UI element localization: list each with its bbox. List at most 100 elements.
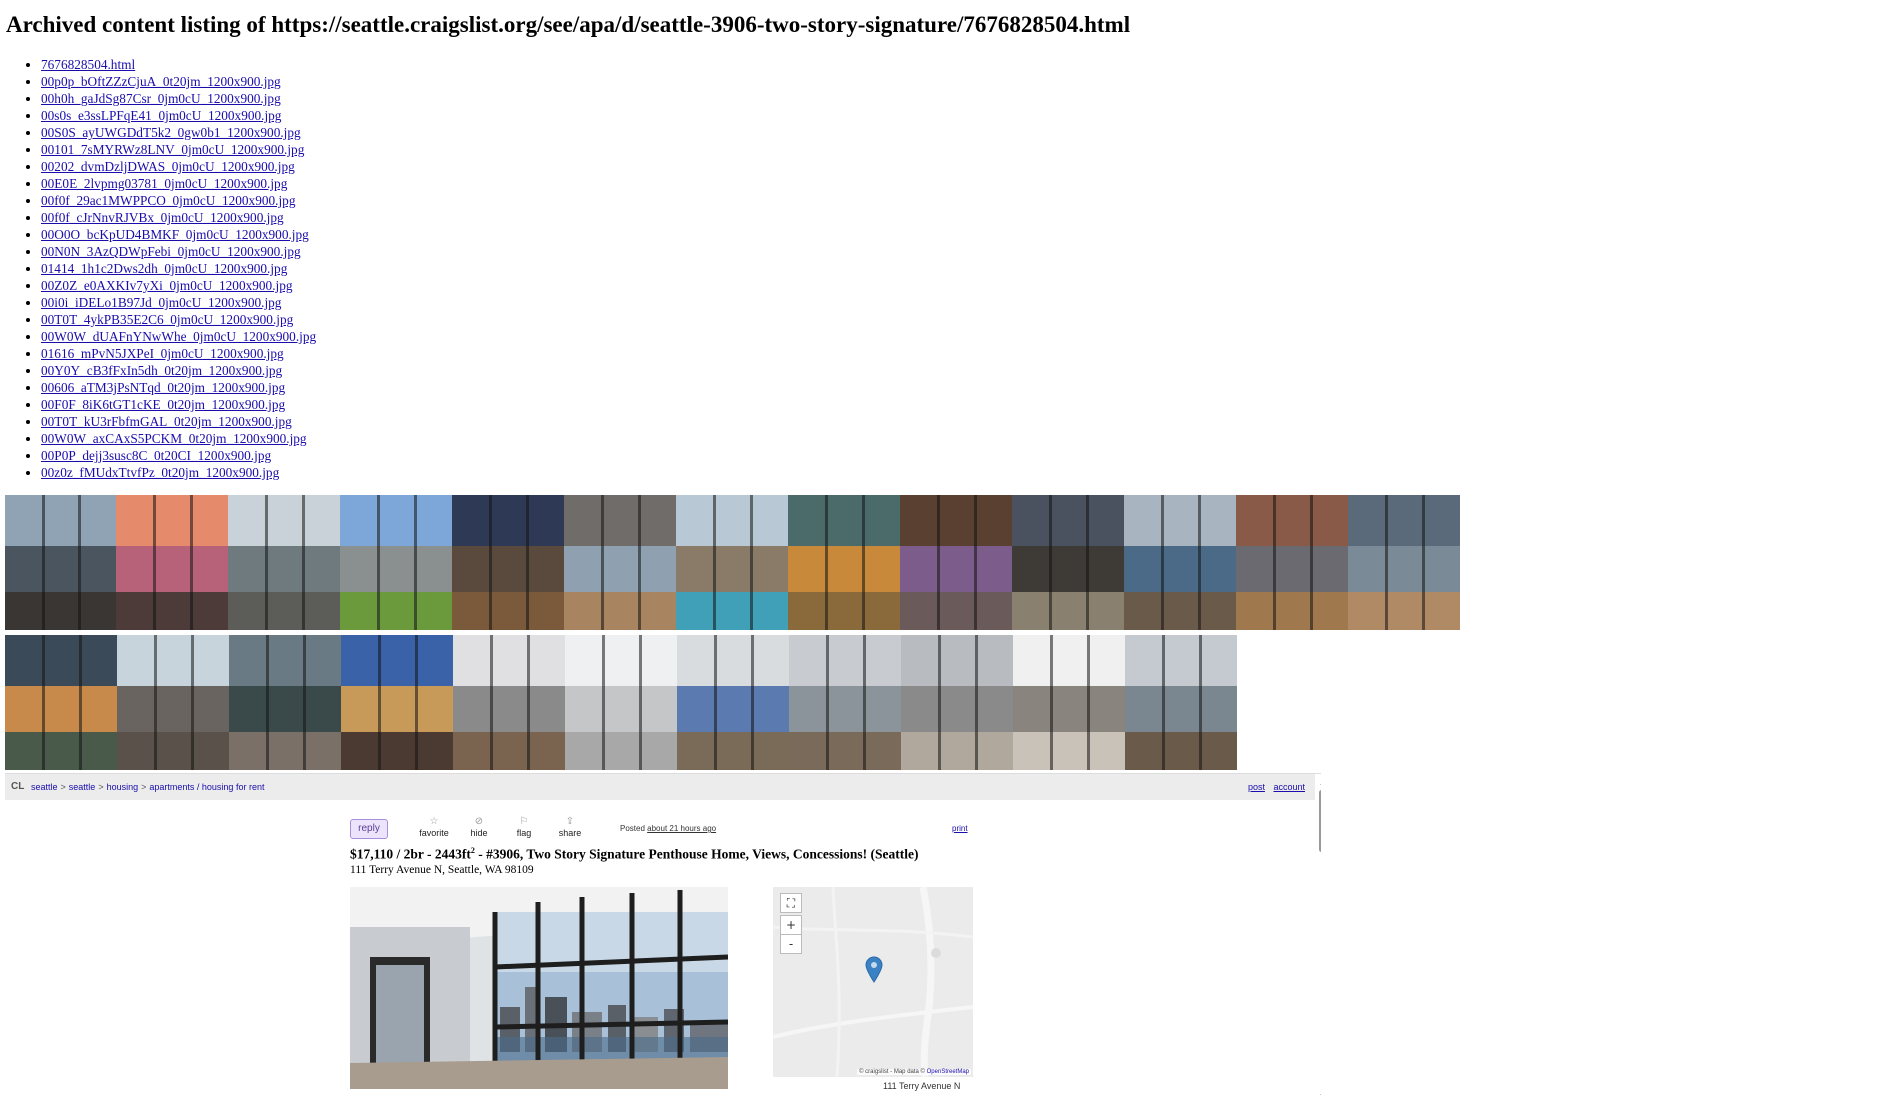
thumb-glass-walkway[interactable] <box>229 635 341 770</box>
image-file-link[interactable]: 00202_dvmDzljDWAS_0jm0cU_1200x900.jpg <box>41 159 295 174</box>
crumb-apartments[interactable]: apartments / housing for rent <box>149 782 264 792</box>
thumb-stairway-blue[interactable] <box>677 635 789 770</box>
scrollbar-thumb[interactable] <box>1319 790 1321 852</box>
map-pin-icon[interactable] <box>864 955 884 983</box>
thumbnail-band <box>1125 732 1237 770</box>
embedded-listing-frame: CL seattle > seattle > housing > apartments / … <box>5 773 1321 1108</box>
flag-button[interactable]: ⚐ flag <box>504 816 544 838</box>
thumb-media-lounge-tv[interactable] <box>900 495 1012 630</box>
location-map[interactable]: ⛶ + - © craigslist - Map data © OpenStre… <box>773 887 973 1077</box>
window-mullion <box>154 635 157 770</box>
crumb-seattle-sub[interactable]: seattle <box>69 782 96 792</box>
thumb-rooftop-deck-furniture[interactable] <box>117 635 229 770</box>
window-mullion <box>1086 495 1089 630</box>
main-listing-photo[interactable] <box>350 887 728 1089</box>
thumb-window-lounge-blue-chairs[interactable] <box>1124 495 1236 630</box>
thumb-rooftop-sunset-lounge[interactable] <box>116 495 228 630</box>
image-file-link[interactable]: 01616_mPvN5JXPeI_0jm0cU_1200x900.jpg <box>41 346 284 361</box>
thumb-brick-lounge[interactable] <box>1236 495 1348 630</box>
thumbnail-band <box>117 686 229 733</box>
favorite-button[interactable]: ☆ favorite <box>414 816 454 838</box>
image-file-link[interactable]: 00606_aTM3jPsNTqd_0t20jm_1200x900.jpg <box>41 380 285 395</box>
post-link[interactable]: post <box>1248 782 1265 792</box>
image-file-link[interactable]: 00s0s_e3ssLPFqE41_0jm0cU_1200x900.jpg <box>41 108 281 123</box>
image-file-link[interactable]: 00p0p_bOftZZzCjuA_0t20jm_1200x900.jpg <box>41 74 281 89</box>
image-file-link[interactable]: 00Y0Y_cB3fFxIn5dh_0t20jm_1200x900.jpg <box>41 363 282 378</box>
image-file-link[interactable]: 01414_1h1c2Dws2dh_0jm0cU_1200x900.jpg <box>41 261 287 276</box>
image-file-link[interactable]: 00W0W_axCAxS5PCKM_0t20jm_1200x900.jpg <box>41 431 307 446</box>
thumb-outdoor-patio-seating[interactable] <box>676 495 788 630</box>
share-icon: ⇪ <box>565 816 575 827</box>
image-file-link[interactable]: 00W0W_dUAFnYNwWhe_0jm0cU_1200x900.jpg <box>41 329 316 344</box>
crumb-housing[interactable]: housing <box>107 782 139 792</box>
hide-button[interactable]: ⊘ hide <box>459 816 499 838</box>
html-file-link[interactable]: 7676828504.html <box>41 57 135 72</box>
thumb-rooftop-lawn-city[interactable] <box>340 495 452 630</box>
hide-label: hide <box>470 828 488 838</box>
star-icon: ☆ <box>429 816 439 827</box>
thumbnail-band <box>341 635 453 687</box>
image-file-link[interactable]: 00E0E_2lvpmg03781_0jm0cU_1200x900.jpg <box>41 176 287 191</box>
thumb-closet-doorway[interactable] <box>1013 635 1125 770</box>
image-file-link[interactable]: 00f0f_cJrNnvRJVBx_0jm0cU_1200x900.jpg <box>41 210 284 225</box>
thumb-city-view-windows[interactable] <box>1125 635 1237 770</box>
file-list-item: 00f0f_cJrNnvRJVBx_0jm0cU_1200x900.jpg <box>41 209 316 226</box>
share-button[interactable]: ⇪ share <box>550 816 590 838</box>
reply-button[interactable]: reply <box>350 819 388 839</box>
window-mullion <box>377 495 380 630</box>
thumb-white-kitchen[interactable] <box>565 635 677 770</box>
print-link[interactable]: print <box>952 824 968 833</box>
thumbnail-band <box>116 546 228 593</box>
window-mullion <box>602 635 605 770</box>
thumb-lounge-orange-chairs[interactable] <box>788 495 900 630</box>
frame-scrollbar[interactable]: ▲ ▼ <box>1316 774 1321 1108</box>
map-attribution: © craigslist - Map data © OpenStreetMap <box>857 1069 971 1075</box>
thumbnail-band <box>228 546 340 593</box>
thumbnail-band <box>5 546 116 593</box>
thumbnail-band <box>1348 592 1460 630</box>
thumbnail-band <box>1124 546 1236 593</box>
thumbnail-band <box>788 495 900 547</box>
image-file-link[interactable]: 00h0h_gaJdSg87Csr_0jm0cU_1200x900.jpg <box>41 91 281 106</box>
image-file-link[interactable]: 00z0z_fMUdxTtvfPz_0t20jm_1200x900.jpg <box>41 465 279 480</box>
thumb-dining-table-terrace[interactable] <box>228 495 340 630</box>
image-file-link[interactable]: 00Z0Z_e0AXKIv7yXi_0jm0cU_1200x900.jpg <box>41 278 293 293</box>
image-file-link[interactable]: 00T0T_kU3rFbfmGAL_0t20jm_1200x900.jpg <box>41 414 292 429</box>
window-mullion <box>266 635 269 770</box>
window-mullion <box>1310 495 1313 630</box>
image-file-link[interactable]: 00T0T_4ykPB35E2C6_0jm0cU_1200x900.jpg <box>41 312 293 327</box>
image-file-link[interactable]: 00N0N_3AzQDWpFebi_0jm0cU_1200x900.jpg <box>41 244 301 259</box>
thumb-bathroom-glass[interactable] <box>901 635 1013 770</box>
thumb-penthouse-living-room[interactable] <box>453 635 565 770</box>
scroll-up-icon[interactable]: ▲ <box>1319 780 1321 787</box>
crumb-seattle[interactable]: seattle <box>31 782 58 792</box>
thumbnail-band <box>116 495 228 547</box>
thumbnail-band <box>5 686 117 733</box>
thumbnail-band <box>1012 592 1124 630</box>
scroll-down-icon[interactable]: ▼ <box>1319 1093 1321 1100</box>
thumb-city-night-aerial[interactable] <box>452 495 564 630</box>
file-list-item: 00p0p_bOftZZzCjuA_0t20jm_1200x900.jpg <box>41 73 316 90</box>
image-file-link[interactable]: 00101_7sMYRWz8LNV_0jm0cU_1200x900.jpg <box>41 142 304 157</box>
thumb-gym-room[interactable] <box>564 495 676 630</box>
image-file-link[interactable]: 00S0S_ayUWGDdT5k2_0gw0b1_1200x900.jpg <box>41 125 301 140</box>
map-zoom-in-button[interactable]: + <box>780 915 802 935</box>
thumb-refrigerator-kitchen[interactable] <box>789 635 901 770</box>
craigslist-logo[interactable]: CL <box>11 774 27 800</box>
thumb-window-view-room[interactable] <box>5 495 116 630</box>
thumb-rooftop-dusk-lounge[interactable] <box>341 635 453 770</box>
thumbnail-band <box>1236 592 1348 630</box>
thumb-fitness-center[interactable] <box>1348 495 1460 630</box>
image-file-link[interactable]: 00i0i_iDELo1B97Jd_0jm0cU_1200x900.jpg <box>41 295 281 310</box>
thumb-library-game-room[interactable] <box>5 635 117 770</box>
thumbnail-band <box>564 546 676 593</box>
thumb-club-room-kitchen[interactable] <box>1012 495 1124 630</box>
map-fullscreen-button[interactable]: ⛶ <box>780 893 802 913</box>
image-file-link[interactable]: 00F0F_8iK6tGT1cKE_0t20jm_1200x900.jpg <box>41 397 285 412</box>
account-link[interactable]: account <box>1273 782 1305 792</box>
image-file-link[interactable]: 00f0f_29ac1MWPPCO_0jm0cU_1200x900.jpg <box>41 193 295 208</box>
image-file-link[interactable]: 00O0O_bcKpUD4BMKF_0jm0cU_1200x900.jpg <box>41 227 309 242</box>
map-zoom-out-button[interactable]: - <box>780 934 802 954</box>
image-file-link[interactable]: 00P0P_dejj3susc8C_0t20CI_1200x900.jpg <box>41 448 271 463</box>
osm-link[interactable]: OpenStreetMap <box>927 1069 969 1075</box>
